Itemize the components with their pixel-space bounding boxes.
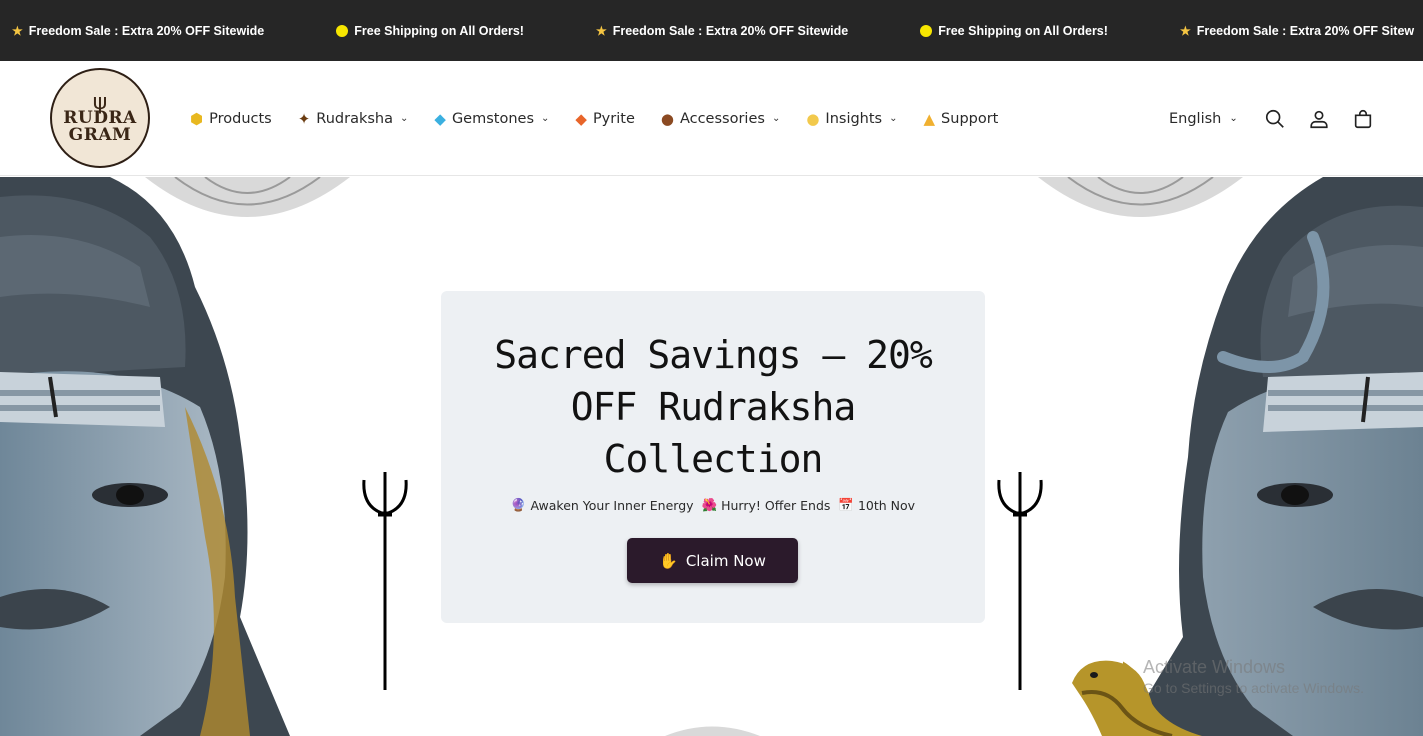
rudraksha-bead-icon: ✦ bbox=[297, 109, 311, 128]
announcement-item: Free Shipping on All Orders! bbox=[336, 24, 524, 38]
flower-icon: 🌺 bbox=[701, 497, 718, 512]
cart-icon[interactable] bbox=[1352, 108, 1374, 130]
chevron-down-icon: ⌄ bbox=[400, 113, 409, 124]
announcement-text: Free Shipping on All Orders! bbox=[938, 23, 1108, 38]
promo-subtitle-text: Hurry! Offer Ends bbox=[721, 497, 831, 513]
announcement-bar: ★ Freedom Sale : Extra 20% OFF Sitewide … bbox=[0, 0, 1423, 61]
site-header: ψ RUDRA GRAM ⬢ Products ✦ Rudraksha ⌄ ◆ Gemsto… bbox=[0, 61, 1423, 176]
watermark-line2: Go to Settings to activate Windows. bbox=[1143, 680, 1364, 696]
promo-subtitle-text: Awaken Your Inner Energy bbox=[530, 497, 694, 513]
announcement-item: ★ Freedom Sale : Extra 20% OFF Sitewide bbox=[596, 24, 848, 38]
nav-item-support[interactable]: ▲ Support bbox=[924, 110, 999, 128]
claim-now-button[interactable]: ✋ Claim Now bbox=[627, 538, 798, 583]
announcement-track: ★ Freedom Sale : Extra 20% OFF Sitewide … bbox=[12, 0, 1423, 61]
crystal-ball-icon: 🔮 bbox=[510, 497, 527, 512]
nav-item-label: Support bbox=[941, 110, 999, 127]
nav-item-label: Pyrite bbox=[592, 110, 635, 127]
chevron-down-icon: ⌄ bbox=[771, 113, 781, 124]
mandala-decoration bbox=[145, 177, 350, 217]
trishul-left-icon bbox=[362, 472, 408, 690]
promo-card: Sacred Savings – 20% OFF Rudraksha Colle… bbox=[441, 291, 985, 623]
yellow-circle-icon bbox=[920, 24, 933, 37]
nav-item-insights[interactable]: ● Insights ⌄ bbox=[806, 110, 897, 128]
language-label: English bbox=[1169, 110, 1222, 127]
yellow-circle-icon bbox=[336, 24, 349, 37]
nav-item-gemstones[interactable]: ◆ Gemstones ⌄ bbox=[434, 110, 549, 128]
mandala-decoration bbox=[665, 726, 760, 736]
nav-item-products[interactable]: ⬢ Products bbox=[190, 110, 272, 128]
star-icon: ★ bbox=[12, 23, 23, 38]
orange-diamond-icon: ◆ bbox=[575, 109, 587, 128]
nav-item-label: Gemstones bbox=[451, 110, 534, 127]
folded-hands-icon: ▲ bbox=[923, 109, 936, 128]
header-tools: English ⌄ bbox=[1169, 61, 1396, 176]
account-icon[interactable] bbox=[1308, 108, 1330, 130]
announcement-item: ★ Freedom Sale : Extra 20% OFF Sitewide bbox=[12, 24, 264, 38]
nav-item-label: Rudraksha bbox=[316, 110, 393, 127]
calendar-icon: 📅 bbox=[838, 497, 854, 512]
windows-activation-watermark: Activate Windows Go to Settings to activ… bbox=[1143, 657, 1364, 696]
promo-subtitle-text: 10th Nov bbox=[857, 497, 916, 513]
nav-item-label: Products bbox=[209, 110, 272, 127]
main-nav: ⬢ Products ✦ Rudraksha ⌄ ◆ Gemstones ⌄ ◆ Pyrite ● A… bbox=[190, 61, 1024, 176]
search-icon[interactable] bbox=[1264, 108, 1286, 130]
language-selector[interactable]: English ⌄ bbox=[1169, 111, 1238, 127]
claim-now-label: Claim Now bbox=[685, 551, 766, 570]
announcement-text: Freedom Sale : Extra 20% OFF Sitewide bbox=[28, 23, 265, 38]
bowl-icon: ● bbox=[660, 109, 674, 128]
hero-banner: Sacred Savings – 20% OFF Rudraksha Colle… bbox=[0, 177, 1423, 736]
announcement-text: Freedom Sale : Extra 20% OFF Sitew bbox=[1196, 23, 1415, 38]
trishul-right-icon bbox=[997, 472, 1043, 690]
announcement-item: ★ Freedom Sale : Extra 20% OFF Sitew bbox=[1180, 24, 1414, 38]
raised-hand-icon: ✋ bbox=[659, 551, 678, 570]
nav-item-label: Insights bbox=[825, 110, 883, 127]
star-icon: ★ bbox=[595, 23, 607, 38]
gem-icon: ◆ bbox=[434, 109, 446, 128]
logo-text-line2: GRAM bbox=[68, 125, 132, 145]
nav-item-rudraksha[interactable]: ✦ Rudraksha ⌄ bbox=[298, 110, 409, 128]
lightbulb-icon: ● bbox=[806, 109, 820, 128]
site-logo[interactable]: ψ RUDRA GRAM bbox=[50, 68, 150, 168]
announcement-text: Freedom Sale : Extra 20% OFF Sitewide bbox=[612, 23, 849, 38]
hexagon-gem-icon: ⬢ bbox=[190, 109, 204, 128]
chevron-down-icon: ⌄ bbox=[541, 113, 550, 124]
promo-title: Sacred Savings – 20% OFF Rudraksha Colle… bbox=[494, 333, 933, 481]
nav-item-label: Accessories bbox=[679, 110, 765, 127]
chevron-down-icon: ⌄ bbox=[1229, 113, 1238, 124]
watermark-line1: Activate Windows bbox=[1143, 657, 1286, 677]
star-icon: ★ bbox=[1179, 23, 1191, 38]
promo-subtitle: 🔮 Awaken Your Inner Energy 🌺 Hurry! Offe… bbox=[441, 497, 985, 513]
chevron-down-icon: ⌄ bbox=[889, 113, 898, 124]
mandala-decoration bbox=[1038, 177, 1243, 217]
nav-item-pyrite[interactable]: ◆ Pyrite bbox=[575, 110, 634, 128]
announcement-item: Free Shipping on All Orders! bbox=[920, 24, 1108, 38]
announcement-text: Free Shipping on All Orders! bbox=[354, 23, 524, 38]
shiva-statue-left-image bbox=[0, 177, 290, 736]
nav-item-accessories[interactable]: ● Accessories ⌄ bbox=[661, 110, 780, 128]
